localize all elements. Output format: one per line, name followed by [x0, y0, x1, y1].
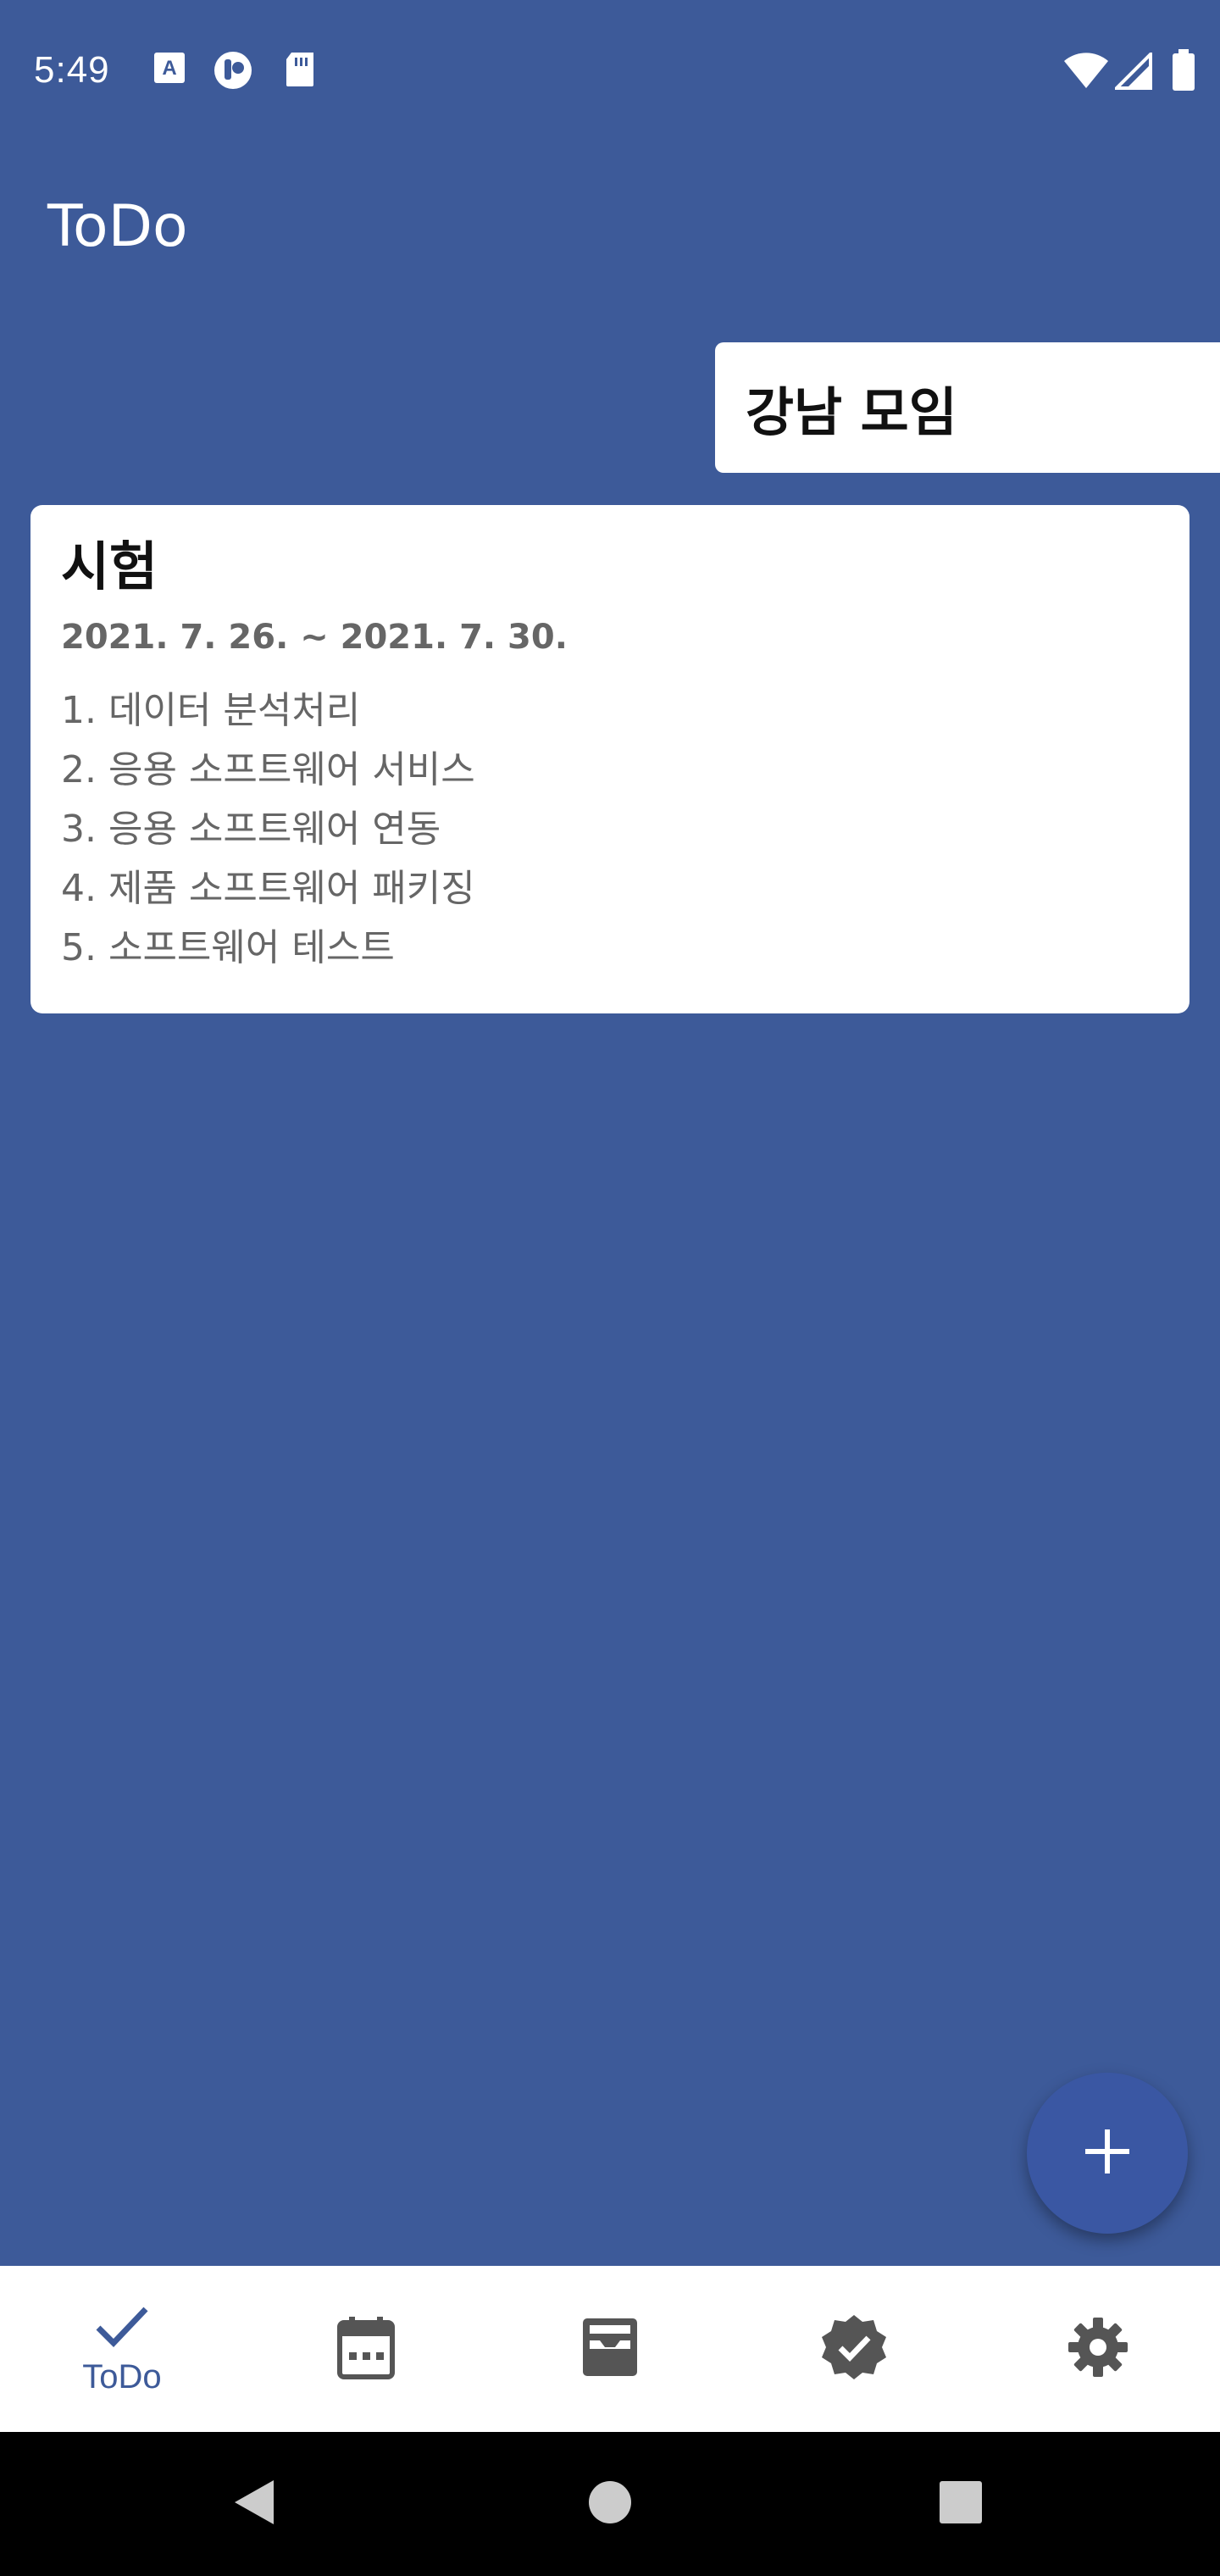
todo-item: 2. 응용 소프트웨어 서비스 [61, 748, 475, 791]
nav-item-calendar[interactable] [244, 2266, 488, 2432]
verified-badge-icon [820, 2313, 888, 2384]
todo-item: 4. 제품 소프트웨어 패키징 [61, 867, 475, 910]
wifi-icon [1062, 53, 1110, 93]
status-time: 5:49 [34, 49, 110, 91]
sd-card-icon [283, 51, 317, 92]
nav-item-inbox[interactable] [488, 2266, 732, 2432]
home-icon [587, 2479, 633, 2529]
back-icon [231, 2477, 277, 2531]
gear-icon [1067, 2316, 1129, 2382]
status-bar: 5:49 A [0, 0, 1220, 144]
back-button[interactable] [220, 2432, 288, 2576]
nav-item-label: ToDo [82, 2357, 162, 2396]
battery-icon [1171, 49, 1196, 95]
todo-card[interactable]: 시험 2021. 7. 26. ~ 2021. 7. 30. 1. 데이터 분석… [30, 505, 1190, 1013]
nav-item-completed[interactable] [732, 2266, 976, 2432]
bottom-navigation: ToDo [0, 2266, 1220, 2432]
app-title: ToDo [47, 193, 188, 260]
todo-card-title: 강남 모임 [746, 381, 957, 443]
nav-item-todo[interactable]: ToDo [0, 2266, 244, 2432]
inbox-icon [581, 2317, 639, 2381]
todo-card-title: 시험 [61, 536, 158, 597]
plus-icon [1082, 2126, 1133, 2180]
home-button[interactable] [576, 2432, 644, 2576]
nav-item-settings[interactable] [976, 2266, 1220, 2432]
check-icon [95, 2302, 149, 2353]
font-a-icon: A [152, 51, 186, 88]
todo-item: 1. 데이터 분석처리 [61, 689, 361, 732]
todo-card-items: 1. 데이터 분석처리 2. 응용 소프트웨어 서비스 3. 응용 소프트웨어 … [61, 681, 1159, 978]
add-todo-button[interactable] [1027, 2073, 1188, 2234]
todo-item: 3. 응용 소프트웨어 연동 [61, 808, 441, 851]
todo-card-date: 2021. 7. 26. ~ 2021. 7. 30. [61, 618, 568, 657]
todo-card-swiped[interactable]: 강남 모임 [715, 342, 1220, 473]
signal-icon [1112, 50, 1152, 93]
todo-item: 5. 소프트웨어 테스트 [61, 926, 395, 969]
circle-app-icon [212, 49, 254, 95]
recents-icon [938, 2479, 984, 2529]
calendar-icon [337, 2315, 395, 2383]
system-navigation-bar [0, 2432, 1220, 2576]
recents-button[interactable] [927, 2432, 995, 2576]
svg-text:A: A [162, 57, 176, 80]
